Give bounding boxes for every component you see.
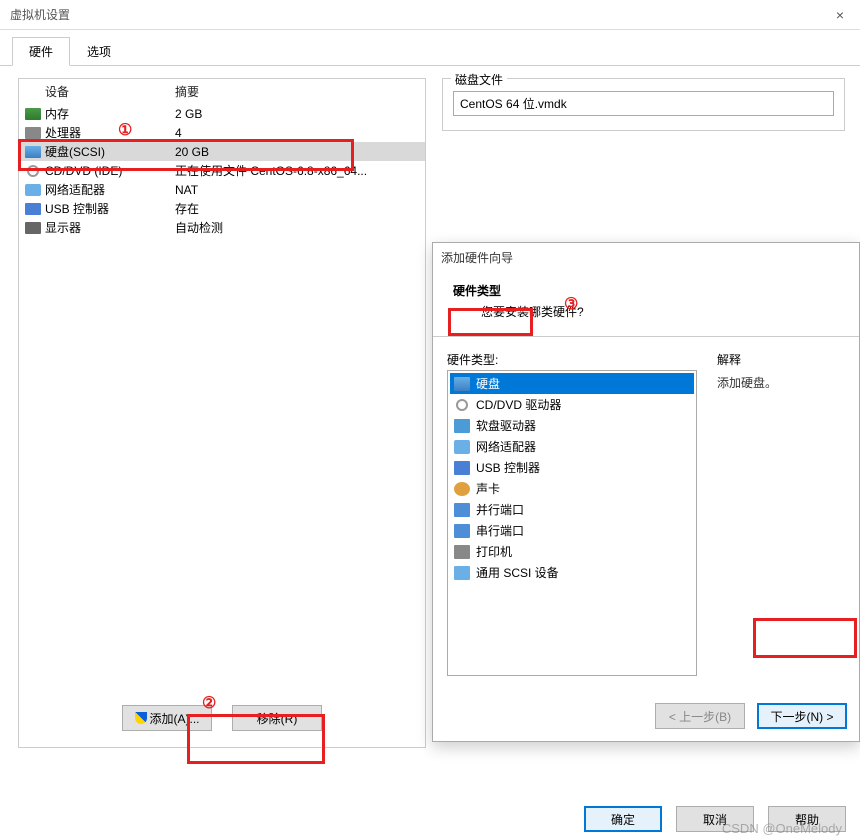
explain-label: 解释 xyxy=(717,351,845,368)
watermark: CSDN @OneMelody xyxy=(722,821,842,836)
add-hardware-button[interactable]: 添加(A)... xyxy=(122,705,212,731)
window-title: 虚拟机设置 xyxy=(10,6,70,23)
hw-item-parallel[interactable]: 并行端口 xyxy=(450,499,694,520)
hardware-type-label: 硬件类型: xyxy=(447,351,697,368)
hw-item-usb[interactable]: USB 控制器 xyxy=(450,457,694,478)
net-icon xyxy=(25,184,41,196)
device-row-hdd[interactable]: 硬盘(SCSI) 20 GB xyxy=(19,142,425,161)
hw-item-floppy[interactable]: 软盘驱动器 xyxy=(450,415,694,436)
cpu-icon xyxy=(25,127,41,139)
device-header: 设备 摘要 xyxy=(19,79,425,104)
hardware-type-list[interactable]: 硬盘 CD/DVD 驱动器 软盘驱动器 网络适配器 USB 控制器 声卡 并行端… xyxy=(447,370,697,676)
display-icon xyxy=(25,222,41,234)
tab-options[interactable]: 选项 xyxy=(70,37,128,66)
disk-file-value[interactable]: CentOS 64 位.vmdk xyxy=(453,91,834,116)
hw-item-serial[interactable]: 串行端口 xyxy=(450,520,694,541)
device-row-memory[interactable]: 内存 2 GB xyxy=(19,104,425,123)
usb-icon xyxy=(25,203,41,215)
disk-file-legend: 磁盘文件 xyxy=(451,71,507,88)
device-row-cd[interactable]: CD/DVD (IDE) 正在使用文件 CentOS-6.8-x86_64... xyxy=(19,161,425,180)
serial-icon xyxy=(454,524,470,538)
hw-item-cd[interactable]: CD/DVD 驱动器 xyxy=(450,394,694,415)
cd-icon xyxy=(454,398,470,412)
hdd-icon xyxy=(25,146,41,158)
tab-hardware[interactable]: 硬件 xyxy=(12,37,70,66)
hw-item-printer[interactable]: 打印机 xyxy=(450,541,694,562)
hw-item-hdd[interactable]: 硬盘 xyxy=(450,373,694,394)
disk-file-group: 磁盘文件 CentOS 64 位.vmdk xyxy=(442,78,845,131)
wizard-back-button: < 上一步(B) xyxy=(655,703,745,729)
parallel-icon xyxy=(454,503,470,517)
usb-icon xyxy=(454,461,470,475)
ok-button[interactable]: 确定 xyxy=(584,806,662,832)
wizard-title: 添加硬件向导 xyxy=(433,243,859,272)
wizard-subheading: 您要安装哪类硬件? xyxy=(453,303,839,320)
hdd-icon xyxy=(454,377,470,391)
device-row-net[interactable]: 网络适配器 NAT xyxy=(19,180,425,199)
wizard-heading: 硬件类型 xyxy=(453,282,839,299)
wizard-next-button[interactable]: 下一步(N) > xyxy=(757,703,847,729)
device-row-cpu[interactable]: 处理器 4 xyxy=(19,123,425,142)
device-panel: 设备 摘要 内存 2 GB 处理器 4 硬盘(SCSI) 20 GB CD/DV… xyxy=(18,78,426,748)
shield-icon xyxy=(135,712,147,724)
printer-icon xyxy=(454,545,470,559)
floppy-icon xyxy=(454,419,470,433)
hw-item-sound[interactable]: 声卡 xyxy=(450,478,694,499)
add-hardware-wizard: 添加硬件向导 硬件类型 您要安装哪类硬件? 硬件类型: 硬盘 CD/DVD 驱动… xyxy=(432,242,860,742)
hw-item-net[interactable]: 网络适配器 xyxy=(450,436,694,457)
memory-icon xyxy=(25,108,41,120)
net-icon xyxy=(454,440,470,454)
cd-icon xyxy=(25,165,41,177)
device-list: 内存 2 GB 处理器 4 硬盘(SCSI) 20 GB CD/DVD (IDE… xyxy=(19,104,425,693)
explain-text: 添加硬盘。 xyxy=(717,374,845,391)
wizard-header: 硬件类型 您要安装哪类硬件? xyxy=(433,272,859,337)
scsi-icon xyxy=(454,566,470,580)
close-icon[interactable]: × xyxy=(820,7,860,23)
sound-icon xyxy=(454,482,470,496)
tab-row: 硬件 选项 xyxy=(0,30,860,66)
device-row-usb[interactable]: USB 控制器 存在 xyxy=(19,199,425,218)
window-titlebar: 虚拟机设置 × xyxy=(0,0,860,30)
hw-item-scsi[interactable]: 通用 SCSI 设备 xyxy=(450,562,694,583)
remove-hardware-button[interactable]: 移除(R) xyxy=(232,705,322,731)
device-row-display[interactable]: 显示器 自动检测 xyxy=(19,218,425,237)
